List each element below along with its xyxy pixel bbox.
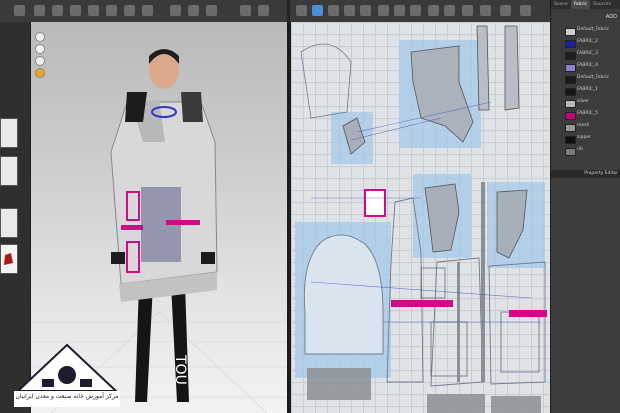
move-tool-icon[interactable]	[34, 5, 45, 16]
button-tool-icon[interactable]	[258, 5, 269, 16]
fabric-swatch	[565, 88, 576, 96]
tab-sources[interactable]: Sources	[590, 0, 614, 9]
fabric-row[interactable]: rib	[551, 146, 620, 156]
fabric-name: Default_Fabric	[577, 75, 610, 80]
fabric-swatch	[565, 112, 576, 120]
fabric-name: silver	[577, 99, 590, 104]
fabric-swatch	[565, 64, 576, 72]
property-editor-header[interactable]: Property Editor	[551, 170, 620, 178]
fold-pattern-icon[interactable]	[500, 5, 511, 16]
fabric-row[interactable]: Default_Fabric	[551, 26, 620, 36]
fabric-name: Default_Fabric	[577, 27, 610, 32]
edit-pattern-icon[interactable]	[328, 5, 339, 16]
fabric-row[interactable]: mesh	[551, 122, 620, 132]
fabric-swatch	[565, 28, 576, 36]
fabric-row[interactable]: FABRIC_4	[551, 62, 620, 72]
polygon-icon[interactable]	[344, 5, 355, 16]
fabric-swatch	[565, 52, 576, 60]
zipper-tool-icon[interactable]	[240, 5, 251, 16]
fold-tool-icon[interactable]	[106, 5, 117, 16]
internal-line-icon[interactable]	[394, 5, 405, 16]
red-dress-icon	[4, 253, 13, 265]
institute-logo: مرکز آموزش خانه صنعت و معدن ایرانیان	[12, 343, 122, 409]
2d-select-icon[interactable]	[296, 5, 307, 16]
select-tool-icon[interactable]	[14, 5, 25, 16]
free-sewing-icon[interactable]	[462, 5, 473, 16]
fabric-row[interactable]: FABRIC_5	[551, 110, 620, 120]
add-fabric-button[interactable]: ADD	[606, 14, 617, 20]
fabric-name: FABRIC_2	[577, 39, 599, 44]
fabric-row[interactable]: Default_Fabric	[551, 74, 620, 84]
measure-tool-icon[interactable]	[142, 5, 153, 16]
panel-tabs: Scene Fabric Sources	[551, 0, 620, 9]
layer-tool-icon[interactable]	[206, 5, 217, 16]
brush-tool-icon[interactable]	[70, 5, 81, 16]
fabric-swatch	[565, 40, 576, 48]
fabric-name: mesh	[577, 123, 590, 128]
fabric-row[interactable]: zipper	[551, 134, 620, 144]
rotate-tool-icon[interactable]	[52, 5, 63, 16]
fabric-name: FABRIC_3	[577, 51, 599, 56]
fabric-name: FABRIC_4	[577, 63, 599, 68]
fabric-row[interactable]: FABRIC_3	[551, 50, 620, 60]
toolbar-divider	[287, 0, 290, 22]
texture-tool-icon[interactable]	[170, 5, 181, 16]
2d-pattern-window[interactable]	[291, 22, 550, 413]
dart-icon[interactable]	[410, 5, 421, 16]
fabric-name: FABRIC_1	[577, 87, 599, 92]
library-thumb-dress[interactable]	[0, 244, 18, 274]
top-toolbar	[0, 0, 550, 23]
fabric-row[interactable]: silver	[551, 98, 620, 108]
fabric-name: zipper	[577, 135, 591, 140]
2d-transform-icon[interactable]	[312, 5, 323, 16]
tab-fabric[interactable]: Fabric	[570, 0, 591, 9]
rectangle-icon[interactable]	[360, 5, 371, 16]
property-editor-title: Property Editor	[584, 171, 618, 176]
library-thumb-garment[interactable]	[0, 208, 18, 238]
fabric-swatch	[565, 76, 576, 84]
fabric-row[interactable]: FABRIC_2	[551, 38, 620, 48]
fabric-swatch	[565, 148, 576, 156]
avatar-tool-icon[interactable]	[124, 5, 135, 16]
topstitch-icon[interactable]	[480, 5, 491, 16]
logo-caption: مرکز آموزش خانه صنعت و معدن ایرانیان	[15, 393, 119, 400]
tab-scene[interactable]: Scene	[551, 0, 571, 9]
library-thumb-shirt[interactable]	[0, 118, 18, 148]
edit-tool-icon[interactable]	[188, 5, 199, 16]
svg-text:TOU: TOU	[172, 354, 188, 385]
pattern-pieces	[295, 25, 547, 413]
fabric-name: FABRIC_5	[577, 111, 599, 116]
segment-sewing-icon[interactable]	[444, 5, 455, 16]
pin-tool-icon[interactable]	[88, 5, 99, 16]
fabric-swatch	[565, 124, 576, 132]
fabric-name: rib	[577, 147, 583, 152]
fabric-swatch	[565, 100, 576, 108]
library-thumb-pants[interactable]	[0, 156, 18, 186]
circle-icon[interactable]	[378, 5, 389, 16]
grid-icon[interactable]	[520, 5, 531, 16]
fabric-swatch	[565, 136, 576, 144]
fabric-row[interactable]: FABRIC_1	[551, 86, 620, 96]
sewing-icon[interactable]	[428, 5, 439, 16]
object-browser-panel: Scene Fabric Sources ADD Default_Fabric F…	[550, 0, 620, 413]
